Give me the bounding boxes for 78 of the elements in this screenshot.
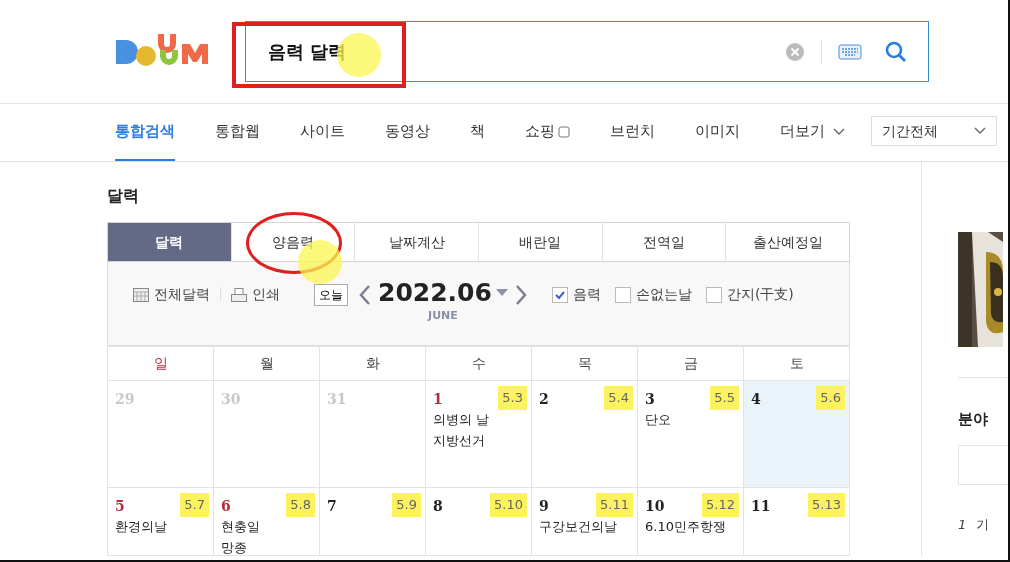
section-title: 달력 [107,185,140,207]
keyboard-icon[interactable] [838,43,862,60]
chevron-down-icon [833,127,845,136]
ranking-panel [958,444,1008,485]
weekday-header: 화 [320,346,426,381]
lunar-date: 5.9 [392,493,421,517]
day-number[interactable]: 3 [645,389,655,410]
checkbox[interactable] [614,286,631,303]
calendar-tab[interactable]: 날짜계산 [354,223,478,261]
search-icon[interactable] [884,39,908,64]
clear-icon[interactable] [785,41,805,62]
event-label: 현충일 [221,518,261,536]
day-number[interactable]: 7 [327,496,337,517]
weekday-header: 목 [532,346,638,381]
nav-tab[interactable]: 이미지 [695,104,740,161]
checkbox-option[interactable]: 손없는날 [614,284,692,305]
day-number[interactable]: 4 [751,389,761,410]
event-label: 환경의날 [115,518,168,536]
nav-tab[interactable]: 브런치 [610,104,655,161]
rank-number: 1 [958,515,967,534]
day-number[interactable]: 6 [221,496,231,517]
print-link[interactable]: 인쇄 [231,284,280,305]
day-number[interactable]: 5 [115,496,125,517]
lunar-date: 5.6 [816,386,845,410]
lunar-date: 5.7 [180,493,209,517]
lunar-date: 5.3 [498,386,527,410]
calendar-tab[interactable]: 출산예정일 [725,223,850,261]
lunar-date: 5.4 [604,386,633,410]
calendar-tab[interactable]: 달력 [108,223,231,261]
nav-tab[interactable]: 쇼핑 [525,104,570,161]
month-name: JUNE [428,308,458,324]
next-icon[interactable] [513,284,528,306]
lunar-date: 5.12 [702,493,739,517]
lunar-date: 5.13 [808,493,845,517]
caret-icon[interactable] [495,289,508,297]
event-label: 지방선거 [433,431,486,450]
day-number[interactable]: 8 [433,496,443,517]
lunar-date: 5.11 [596,493,633,517]
calendar-icon [133,287,149,302]
weekday-header: 수 [426,346,532,381]
day-number[interactable]: 9 [539,496,549,517]
full-calendar-link[interactable]: 전체달력 [133,284,210,305]
day-number[interactable]: 1 [433,389,443,410]
printer-icon [231,287,247,302]
ranking-item[interactable]: 기 [976,514,990,534]
nav-tab[interactable]: 동영상 [385,104,430,161]
event-label: 6.10민주항쟁 [645,518,727,536]
event-label: 의병의 날 [433,411,491,429]
event-label: 구강보건의날 [539,518,618,536]
event-label: 망종 [221,538,248,557]
today-button[interactable]: 오늘 [314,284,348,306]
nav-tab[interactable]: 통합검색 [115,104,175,161]
nav-tab[interactable]: 더보기 [780,104,845,161]
nav-tab[interactable]: 통합웹 [215,104,260,161]
checkbox-option[interactable]: 음력 [551,284,601,305]
checkbox[interactable] [551,286,568,303]
nav-tab[interactable]: 사이트 [300,104,345,161]
weekday-header: 금 [638,346,744,381]
previous-icon[interactable] [358,284,372,306]
event-label: 단오 [645,411,672,429]
checkbox[interactable] [705,286,722,303]
month-label[interactable]: 2022.06 [378,278,492,308]
calendar-tab[interactable]: 전역일 [601,223,726,261]
lunar-date: 5.10 [490,493,527,517]
lunar-date: 5.8 [286,493,315,517]
day-number[interactable]: 10 [645,496,665,517]
weekday-header: 일 [108,346,214,381]
calendar-tab[interactable]: 배란일 [478,223,602,261]
day-number[interactable]: 11 [751,496,771,517]
nav-tab[interactable]: 책 [470,104,485,161]
lunar-date: 5.5 [710,386,739,410]
chevron-down-icon [974,127,986,135]
weekday-header: 월 [214,346,320,381]
window-icon [558,125,570,138]
period-select[interactable]: 기간전체 [871,116,997,146]
section-title: 분야 [958,409,989,430]
day-number[interactable]: 2 [539,389,549,410]
checkbox-option[interactable]: 간지(干支) [705,284,794,305]
